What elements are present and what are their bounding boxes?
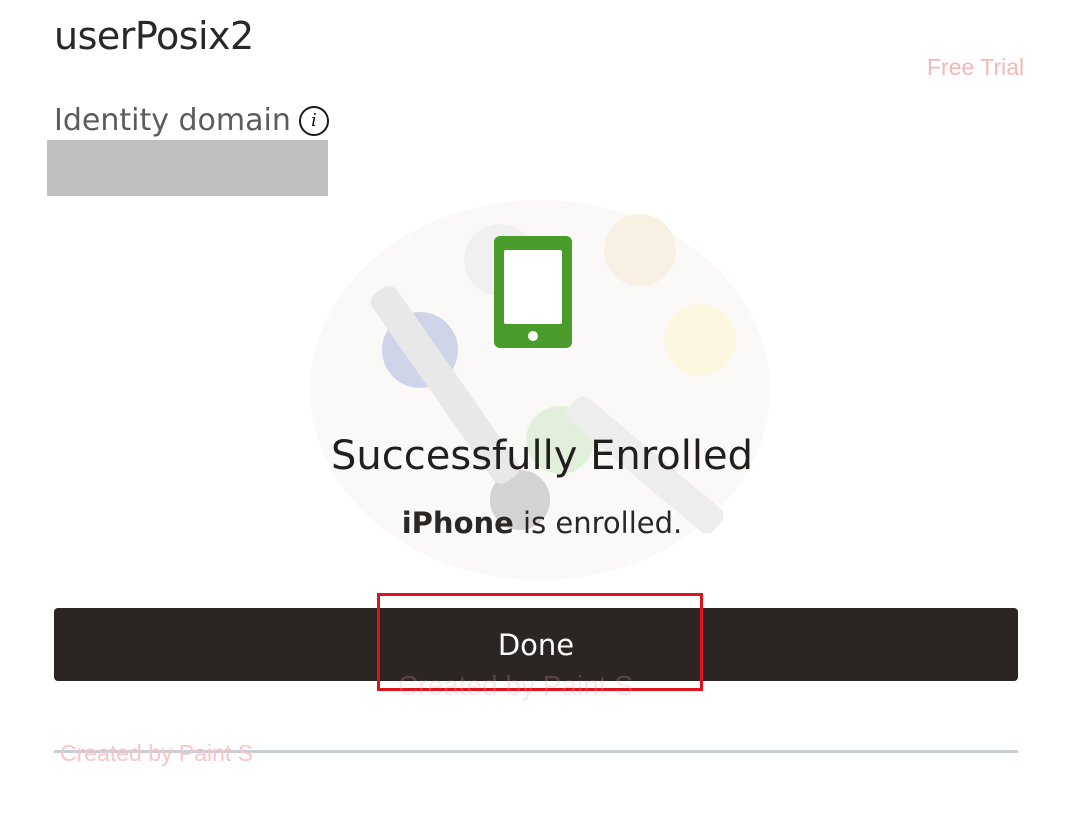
success-title: Successfully Enrolled	[331, 433, 753, 479]
username-heading: userPosix2	[54, 14, 254, 58]
bottom-watermark-text: Created by Paint S	[60, 740, 254, 766]
identity-domain-text: Identity domain	[54, 103, 291, 138]
identity-domain-redacted-value	[47, 140, 328, 196]
divider	[54, 750, 1018, 753]
page: userPosix2 Free Trial Identity domain i …	[0, 0, 1084, 818]
done-button[interactable]: Done	[54, 608, 1018, 681]
device-name: iPhone	[401, 506, 514, 540]
tablet-icon	[494, 236, 572, 348]
message-suffix: is enrolled.	[523, 506, 683, 540]
info-icon[interactable]: i	[298, 105, 329, 136]
success-message: iPhone is enrolled.	[0, 506, 1084, 540]
free-trial-watermark: Free Trial	[927, 54, 1025, 80]
identity-domain-label: Identity domain i	[54, 103, 329, 138]
done-button-label: Done	[497, 627, 575, 662]
